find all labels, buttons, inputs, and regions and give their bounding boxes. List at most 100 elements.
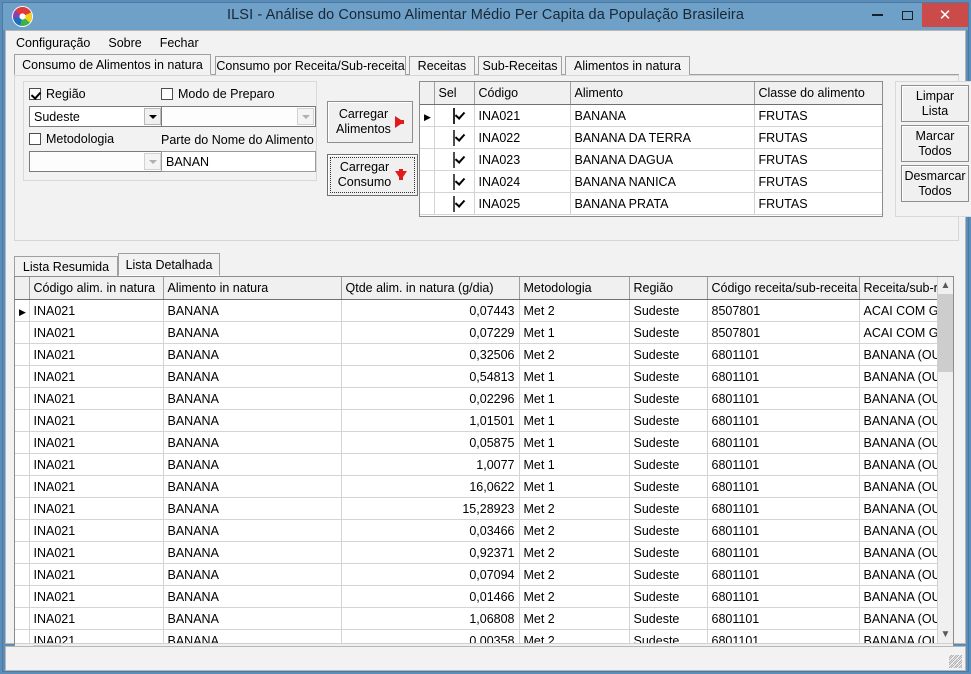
tab-sub-receitas[interactable]: Sub-Receitas [478,56,562,75]
detail-col-receita[interactable]: Receita/sub-rec [859,277,939,300]
row-indicator-cell[interactable] [15,365,30,388]
table-row[interactable]: INA024 BANANA NANICA FRUTAS [420,170,882,193]
table-row[interactable]: INA023 BANANA DAGUA FRUTAS [420,148,882,171]
row-indicator-cell[interactable] [15,585,30,608]
row-indicator-cell[interactable] [420,126,435,149]
table-row[interactable]: INA021 BANANA 1,06808 Met 2 Sudeste 6801101 BA… [15,607,939,630]
scroll-up-icon[interactable]: ▲ [938,277,953,294]
row-indicator-cell[interactable] [15,475,30,498]
modo-preparo-checkbox[interactable]: Modo de Preparo [161,87,275,101]
chevron-down-icon[interactable] [144,108,161,125]
foods-cell-sel[interactable] [434,126,475,149]
detail-col-alimento[interactable]: Alimento in natura [163,277,342,300]
menu-item-fechar[interactable]: Fechar [151,34,208,52]
foods-cell-alimento: BANANA [570,104,755,127]
table-row[interactable]: INA021 BANANA 0,05875 Met 1 Sudeste 6801101 BA… [15,431,939,454]
row-indicator-cell[interactable] [15,519,30,542]
menu-item-sobre[interactable]: Sobre [99,34,150,52]
table-row[interactable]: ▶ INA021 BANANA FRUTAS [420,104,882,127]
row-indicator-cell[interactable] [15,453,30,476]
table-row[interactable]: INA021 BANANA 0,92371 Met 2 Sudeste 6801101 BA… [15,541,939,564]
tab-lista-detalhada[interactable]: Lista Detalhada [118,253,220,276]
foods-cell-sel[interactable] [434,148,475,171]
detail-grid[interactable]: Código alim. in natura Alimento in natur… [14,276,954,661]
detail-cell-codigo: INA021 [29,299,164,322]
marcar-todos-button[interactable]: Marcar Todos [901,125,969,162]
table-row[interactable]: INA021 BANANA 1,0077 Met 1 Sudeste 6801101 BAN… [15,453,939,476]
tab-consumo-alimentos-in-natura[interactable]: Consumo de Alimentos in natura [14,54,211,75]
detail-col-metodologia[interactable]: Metodologia [519,277,630,300]
carregar-consumo-button[interactable]: Carregar Consumo [327,154,418,196]
maximize-button[interactable] [892,3,922,27]
detail-cell-qtde: 0,07094 [341,563,520,586]
foods-cell-alimento: BANANA DA TERRA [570,126,755,149]
foods-cell-sel[interactable] [434,104,475,127]
table-row[interactable]: INA021 BANANA 0,54813 Met 1 Sudeste 6801101 BA… [15,365,939,388]
table-row[interactable]: INA021 BANANA 15,28923 Met 2 Sudeste 6801101 B… [15,497,939,520]
row-indicator-cell[interactable] [15,541,30,564]
metodologia-select[interactable] [29,151,163,172]
scroll-down-icon[interactable]: ▼ [938,626,953,643]
foods-col-codigo[interactable]: Código [474,82,571,105]
row-indicator-cell[interactable] [15,563,30,586]
foods-cell-sel[interactable] [434,170,475,193]
table-row[interactable]: INA021 BANANA 0,32506 Met 2 Sudeste 6801101 BA… [15,343,939,366]
desmarcar-todos-button[interactable]: Desmarcar Todos [901,165,969,202]
table-row[interactable]: INA021 BANANA 0,07229 Met 1 Sudeste 8507801 AC… [15,321,939,344]
regiao-checkbox[interactable]: Região [29,87,86,101]
row-indicator-cell[interactable] [15,321,30,344]
foods-cell-sel[interactable] [434,192,475,215]
detail-col-regiao[interactable]: Região [629,277,708,300]
tab-alimentos-in-natura[interactable]: Alimentos in natura [565,56,690,75]
row-indicator-cell[interactable] [15,409,30,432]
foods-cell-codigo: INA022 [474,126,571,149]
detail-vertical-scrollbar[interactable]: ▲ ▼ [937,277,953,643]
table-row[interactable]: INA021 BANANA 1,01501 Met 1 Sudeste 6801101 BA… [15,409,939,432]
foods-grid[interactable]: Sel Código Alimento Classe do alimento ▶… [419,81,883,217]
limpar-lista-button[interactable]: Limpar Lista [901,85,969,122]
minimize-button[interactable] [862,3,892,27]
nome-alimento-input[interactable]: BANAN [161,151,316,172]
tab-receitas[interactable]: Receitas [409,56,475,75]
row-indicator-cell[interactable] [15,607,30,630]
table-row[interactable]: INA021 BANANA 0,07094 Met 2 Sudeste 6801101 BA… [15,563,939,586]
row-indicator-cell[interactable] [420,192,435,215]
detail-col-codigo[interactable]: Código alim. in natura [29,277,164,300]
table-row[interactable]: INA022 BANANA DA TERRA FRUTAS [420,126,882,149]
detail-cell-regiao: Sudeste [629,585,708,608]
row-indicator-cell[interactable] [15,431,30,454]
modo-preparo-select[interactable] [161,106,316,127]
table-row[interactable]: INA021 BANANA 0,03466 Met 2 Sudeste 6801101 BA… [15,519,939,542]
row-indicator-cell[interactable]: ▶ [15,299,30,322]
row-indicator-cell[interactable] [420,148,435,171]
chevron-down-icon[interactable] [144,153,161,170]
foods-col-alimento[interactable]: Alimento [570,82,755,105]
row-indicator-cell[interactable] [15,343,30,366]
detail-cell-codigo: INA021 [29,607,164,630]
row-indicator-cell[interactable]: ▶ [420,104,435,127]
table-row[interactable]: INA021 BANANA 0,01466 Met 2 Sudeste 6801101 BA… [15,585,939,608]
close-button[interactable]: ✕ [922,3,968,27]
tab-lista-resumida[interactable]: Lista Resumida [14,256,118,276]
foods-col-classe[interactable]: Classe do alimento [754,82,882,105]
menu-item-configuracao[interactable]: Configuração [7,34,99,52]
carregar-alimentos-button[interactable]: Carregar Alimentos [327,101,413,143]
tab-consumo-por-receita[interactable]: Consumo por Receita/Sub-receita [215,56,406,75]
detail-col-cod-receita[interactable]: Código receita/sub-receita [707,277,860,300]
detail-col-qtde[interactable]: Qtde alim. in natura (g/dia) [341,277,520,300]
row-indicator-cell[interactable] [15,497,30,520]
metodologia-checkbox[interactable]: Metodologia [29,132,114,146]
foods-col-sel[interactable]: Sel [434,82,475,105]
title-bar[interactable]: ILSI - Análise do Consumo Alimentar Médi… [3,3,968,30]
vertical-scroll-thumb[interactable] [938,294,953,372]
row-indicator-cell[interactable] [420,170,435,193]
table-row[interactable]: INA025 BANANA PRATA FRUTAS [420,192,882,215]
table-row[interactable]: INA021 BANANA 0,02296 Met 1 Sudeste 6801101 BA… [15,387,939,410]
table-row[interactable]: ▶ INA021 BANANA 0,07443 Met 2 Sudeste 8507801 A… [15,299,939,322]
resize-grip-icon[interactable] [949,655,962,668]
table-row[interactable]: INA021 BANANA 16,0622 Met 1 Sudeste 6801101 BA… [15,475,939,498]
chevron-down-icon[interactable] [297,108,314,125]
detail-cell-receita: BANANA (OURO [859,343,939,366]
regiao-select[interactable]: Sudeste [29,106,163,127]
row-indicator-cell[interactable] [15,387,30,410]
